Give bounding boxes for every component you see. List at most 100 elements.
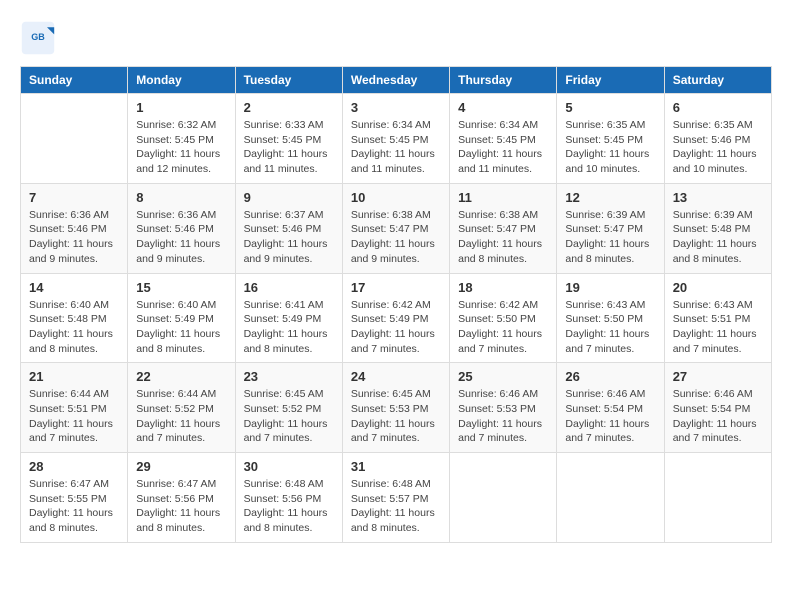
day-number: 19 bbox=[565, 280, 655, 295]
calendar-cell: 16Sunrise: 6:41 AMSunset: 5:49 PMDayligh… bbox=[235, 273, 342, 363]
calendar-cell: 3Sunrise: 6:34 AMSunset: 5:45 PMDaylight… bbox=[342, 94, 449, 184]
calendar-cell: 21Sunrise: 6:44 AMSunset: 5:51 PMDayligh… bbox=[21, 363, 128, 453]
day-info: Sunrise: 6:45 AMSunset: 5:52 PMDaylight:… bbox=[244, 387, 334, 446]
calendar-cell: 4 Sunrise: 6:34 AMSunset: 5:45 PMDaylight… bbox=[450, 94, 557, 184]
page-header: GB bbox=[20, 20, 772, 56]
calendar-cell: 19 Sunrise: 6:43 AMSunset: 5:50 PMDayligh… bbox=[557, 273, 664, 363]
day-info: Sunrise: 6:47 AMSunset: 5:56 PMDaylight:… bbox=[136, 477, 226, 536]
calendar-week-5: 28 Sunrise: 6:47 AMSunset: 5:55 PMDayligh… bbox=[21, 453, 772, 543]
day-info: Sunrise: 6:43 AMSunset: 5:50 PMDaylight:… bbox=[565, 298, 655, 357]
day-number: 5 bbox=[565, 100, 655, 115]
calendar-cell: 29 Sunrise: 6:47 AMSunset: 5:56 PMDayligh… bbox=[128, 453, 235, 543]
header-day-monday: Monday bbox=[128, 67, 235, 94]
day-number: 12 bbox=[565, 190, 655, 205]
calendar-table: SundayMondayTuesdayWednesdayThursdayFrid… bbox=[20, 66, 772, 543]
calendar-cell: 13Sunrise: 6:39 AMSunset: 5:48 PMDayligh… bbox=[664, 183, 771, 273]
day-number: 9 bbox=[244, 190, 334, 205]
day-number: 8 bbox=[136, 190, 226, 205]
day-number: 23 bbox=[244, 369, 334, 384]
day-number: 14 bbox=[29, 280, 119, 295]
calendar-cell: 20Sunrise: 6:43 AMSunset: 5:51 PMDayligh… bbox=[664, 273, 771, 363]
calendar-cell: 23 Sunrise: 6:45 AMSunset: 5:52 PMDayligh… bbox=[235, 363, 342, 453]
calendar-cell: 17 Sunrise: 6:42 AMSunset: 5:49 PMDayligh… bbox=[342, 273, 449, 363]
calendar-cell: 6 Sunrise: 6:35 AMSunset: 5:46 PMDaylight… bbox=[664, 94, 771, 184]
day-number: 10 bbox=[351, 190, 441, 205]
day-info: Sunrise: 6:34 AMSunset: 5:45 PMDaylight:… bbox=[458, 118, 548, 177]
day-number: 18 bbox=[458, 280, 548, 295]
calendar-cell: 24 Sunrise: 6:45 AMSunset: 5:53 PMDayligh… bbox=[342, 363, 449, 453]
calendar-cell bbox=[21, 94, 128, 184]
day-number: 20 bbox=[673, 280, 763, 295]
header-day-saturday: Saturday bbox=[664, 67, 771, 94]
day-info: Sunrise: 6:40 AMSunset: 5:49 PMDaylight:… bbox=[136, 298, 226, 357]
calendar-body: 1 Sunrise: 6:32 AMSunset: 5:45 PMDaylight… bbox=[21, 94, 772, 543]
day-info: Sunrise: 6:32 AMSunset: 5:45 PMDaylight:… bbox=[136, 118, 226, 177]
calendar-cell: 18 Sunrise: 6:42 AMSunset: 5:50 PMDayligh… bbox=[450, 273, 557, 363]
day-info: Sunrise: 6:39 AMSunset: 5:47 PMDaylight:… bbox=[565, 208, 655, 267]
calendar-week-3: 14 Sunrise: 6:40 AMSunset: 5:48 PMDayligh… bbox=[21, 273, 772, 363]
calendar-week-4: 21Sunrise: 6:44 AMSunset: 5:51 PMDayligh… bbox=[21, 363, 772, 453]
day-number: 17 bbox=[351, 280, 441, 295]
day-number: 4 bbox=[458, 100, 548, 115]
calendar-week-1: 1 Sunrise: 6:32 AMSunset: 5:45 PMDaylight… bbox=[21, 94, 772, 184]
day-number: 31 bbox=[351, 459, 441, 474]
day-number: 24 bbox=[351, 369, 441, 384]
day-number: 11 bbox=[458, 190, 548, 205]
day-info: Sunrise: 6:44 AMSunset: 5:52 PMDaylight:… bbox=[136, 387, 226, 446]
day-number: 15 bbox=[136, 280, 226, 295]
calendar-cell: 31 Sunrise: 6:48 AMSunset: 5:57 PMDayligh… bbox=[342, 453, 449, 543]
day-number: 25 bbox=[458, 369, 548, 384]
day-info: Sunrise: 6:42 AMSunset: 5:50 PMDaylight:… bbox=[458, 298, 548, 357]
calendar-cell: 9 Sunrise: 6:37 AMSunset: 5:46 PMDaylight… bbox=[235, 183, 342, 273]
calendar-cell: 25 Sunrise: 6:46 AMSunset: 5:53 PMDayligh… bbox=[450, 363, 557, 453]
day-info: Sunrise: 6:38 AMSunset: 5:47 PMDaylight:… bbox=[458, 208, 548, 267]
day-number: 22 bbox=[136, 369, 226, 384]
header-day-sunday: Sunday bbox=[21, 67, 128, 94]
calendar-cell: 8 Sunrise: 6:36 AMSunset: 5:46 PMDaylight… bbox=[128, 183, 235, 273]
day-info: Sunrise: 6:35 AMSunset: 5:46 PMDaylight:… bbox=[673, 118, 763, 177]
calendar-cell: 12 Sunrise: 6:39 AMSunset: 5:47 PMDayligh… bbox=[557, 183, 664, 273]
header-day-wednesday: Wednesday bbox=[342, 67, 449, 94]
day-info: Sunrise: 6:46 AMSunset: 5:54 PMDaylight:… bbox=[565, 387, 655, 446]
day-info: Sunrise: 6:37 AMSunset: 5:46 PMDaylight:… bbox=[244, 208, 334, 267]
calendar-cell bbox=[557, 453, 664, 543]
calendar-cell: 26 Sunrise: 6:46 AMSunset: 5:54 PMDayligh… bbox=[557, 363, 664, 453]
day-info: Sunrise: 6:45 AMSunset: 5:53 PMDaylight:… bbox=[351, 387, 441, 446]
day-number: 1 bbox=[136, 100, 226, 115]
day-info: Sunrise: 6:41 AMSunset: 5:49 PMDaylight:… bbox=[244, 298, 334, 357]
day-info: Sunrise: 6:46 AMSunset: 5:53 PMDaylight:… bbox=[458, 387, 548, 446]
day-number: 13 bbox=[673, 190, 763, 205]
calendar-cell: 28 Sunrise: 6:47 AMSunset: 5:55 PMDayligh… bbox=[21, 453, 128, 543]
day-info: Sunrise: 6:48 AMSunset: 5:57 PMDaylight:… bbox=[351, 477, 441, 536]
calendar-cell: 14 Sunrise: 6:40 AMSunset: 5:48 PMDayligh… bbox=[21, 273, 128, 363]
day-number: 7 bbox=[29, 190, 119, 205]
calendar-cell: 27 Sunrise: 6:46 AMSunset: 5:54 PMDayligh… bbox=[664, 363, 771, 453]
day-info: Sunrise: 6:40 AMSunset: 5:48 PMDaylight:… bbox=[29, 298, 119, 357]
calendar-cell: 1 Sunrise: 6:32 AMSunset: 5:45 PMDaylight… bbox=[128, 94, 235, 184]
calendar-header-row: SundayMondayTuesdayWednesdayThursdayFrid… bbox=[21, 67, 772, 94]
calendar-cell: 30Sunrise: 6:48 AMSunset: 5:56 PMDayligh… bbox=[235, 453, 342, 543]
day-info: Sunrise: 6:36 AMSunset: 5:46 PMDaylight:… bbox=[136, 208, 226, 267]
day-number: 29 bbox=[136, 459, 226, 474]
day-number: 3 bbox=[351, 100, 441, 115]
day-number: 26 bbox=[565, 369, 655, 384]
calendar-cell bbox=[664, 453, 771, 543]
calendar-cell: 7 Sunrise: 6:36 AMSunset: 5:46 PMDaylight… bbox=[21, 183, 128, 273]
day-info: Sunrise: 6:46 AMSunset: 5:54 PMDaylight:… bbox=[673, 387, 763, 446]
calendar-cell bbox=[450, 453, 557, 543]
calendar-cell: 10Sunrise: 6:38 AMSunset: 5:47 PMDayligh… bbox=[342, 183, 449, 273]
day-info: Sunrise: 6:36 AMSunset: 5:46 PMDaylight:… bbox=[29, 208, 119, 267]
day-number: 6 bbox=[673, 100, 763, 115]
svg-text:GB: GB bbox=[31, 32, 45, 42]
header-day-friday: Friday bbox=[557, 67, 664, 94]
calendar-cell: 22 Sunrise: 6:44 AMSunset: 5:52 PMDayligh… bbox=[128, 363, 235, 453]
day-number: 2 bbox=[244, 100, 334, 115]
calendar-week-2: 7 Sunrise: 6:36 AMSunset: 5:46 PMDaylight… bbox=[21, 183, 772, 273]
logo-icon: GB bbox=[20, 20, 56, 56]
day-number: 28 bbox=[29, 459, 119, 474]
day-info: Sunrise: 6:48 AMSunset: 5:56 PMDaylight:… bbox=[244, 477, 334, 536]
header-day-tuesday: Tuesday bbox=[235, 67, 342, 94]
day-info: Sunrise: 6:47 AMSunset: 5:55 PMDaylight:… bbox=[29, 477, 119, 536]
day-info: Sunrise: 6:42 AMSunset: 5:49 PMDaylight:… bbox=[351, 298, 441, 357]
day-number: 27 bbox=[673, 369, 763, 384]
